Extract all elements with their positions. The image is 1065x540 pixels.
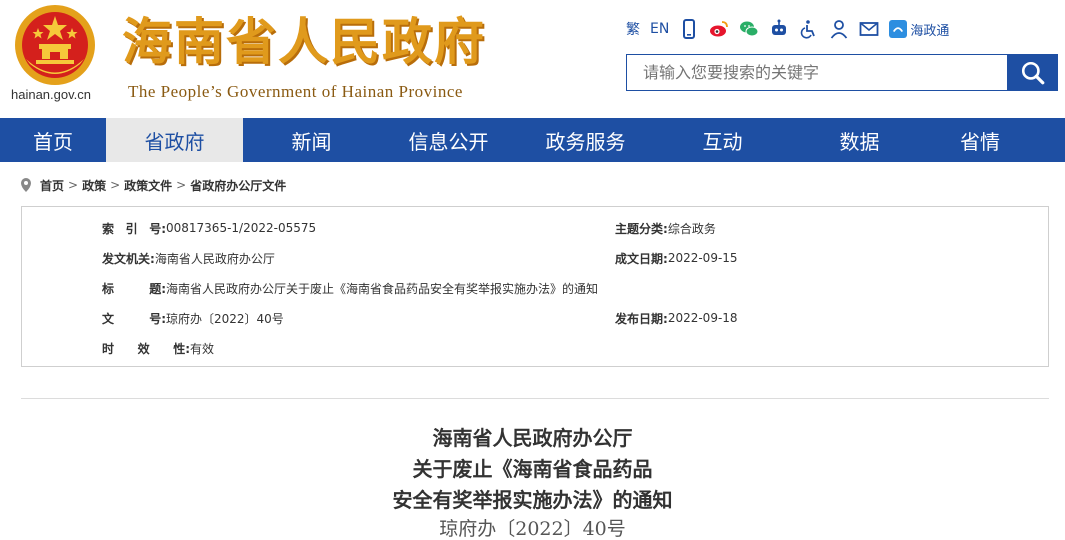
document-title-line-1: 海南省人民政府办公厅: [432, 426, 633, 450]
weibo-icon[interactable]: [709, 17, 729, 41]
meta-validity-value: 有效: [190, 341, 215, 356]
meta-category-row: 主题分类: 综合政务: [615, 220, 716, 236]
nav-item-gov-services[interactable]: 政务服务: [517, 118, 654, 162]
location-pin-icon: [21, 178, 31, 192]
breadcrumb-separator: >: [110, 178, 121, 192]
meta-title-value: 海南省人民政府办公厅关于废止《海南省食品药品安全有奖举报实施办法》的通知: [166, 281, 599, 296]
site-logo-subtitle: The People’s Government of Hainan Provin…: [128, 82, 463, 101]
wechat-icon[interactable]: [739, 17, 759, 41]
nav-item-interaction[interactable]: 互动: [654, 118, 791, 162]
search-button[interactable]: [1008, 54, 1058, 91]
breadcrumb-home[interactable]: 首页: [40, 177, 64, 194]
meta-created-value: 2022-09-15: [667, 251, 738, 265]
user-icon[interactable]: [829, 17, 849, 41]
nav-item-home[interactable]: 首页: [0, 118, 106, 162]
meta-docno-row: 文 号: 琼府办〔2022〕40号: [102, 310, 284, 326]
document-title-line-2: 关于废止《海南省食品药品: [412, 457, 653, 481]
meta-index-row: 索 引 号: 00817365-1/2022-05575: [102, 220, 316, 236]
national-emblem-icon[interactable]: [14, 4, 96, 86]
meta-published-value: 2022-09-18: [667, 311, 738, 325]
breadcrumb-policy[interactable]: 政策: [82, 177, 106, 194]
meta-issuer-row: 发文机关: 海南省人民政府办公厅: [102, 250, 275, 266]
meta-created-row: 成文日期: 2022-09-15: [615, 250, 738, 266]
meta-published-row: 发布日期: 2022-09-18: [615, 310, 738, 326]
meta-validity-row: 时 效 性: 有效: [102, 340, 214, 356]
nav-item-data[interactable]: 数据: [791, 118, 928, 162]
meta-issuer-value: 海南省人民政府办公厅: [154, 251, 275, 266]
traditional-chinese-link[interactable]: 繁: [626, 17, 640, 41]
breadcrumb-separator: >: [176, 178, 187, 192]
meta-index-value: 00817365-1/2022-05575: [166, 221, 317, 235]
site-domain: hainan.gov.cn: [11, 87, 91, 102]
meta-index-label: 索 引 号:: [102, 221, 166, 236]
content-divider: [21, 398, 1049, 399]
hzt-app-link[interactable]: 海政通: [889, 17, 949, 41]
document-title-line-3: 安全有奖举报实施办法》的通知: [392, 488, 673, 512]
meta-issuer-label: 发文机关:: [102, 251, 155, 266]
site-header: hainan.gov.cn 海南省人民政府 The People’s Gover…: [0, 0, 1065, 118]
robot-icon[interactable]: [769, 17, 789, 41]
accessibility-icon[interactable]: [799, 17, 819, 41]
document-metadata-box: 索 引 号: 00817365-1/2022-05575 主题分类: 综合政务 …: [21, 206, 1049, 367]
meta-validity-label: 时 效 性:: [102, 341, 190, 356]
breadcrumb-office-docs[interactable]: 省政府办公厅文件: [190, 177, 286, 194]
utility-toolbar: 繁 EN 海政通: [626, 17, 959, 41]
meta-title-label: 标 题:: [102, 281, 166, 296]
breadcrumb: 首页 > 政策 > 政策文件 > 省政府办公厅文件: [20, 175, 286, 195]
site-logo-title[interactable]: 海南省人民政府: [122, 10, 486, 74]
nav-item-province-profile[interactable]: 省情: [928, 118, 1032, 162]
meta-created-label: 成文日期:: [615, 251, 668, 266]
meta-category-label: 主题分类:: [615, 221, 668, 236]
main-nav: 首页 省政府 新闻 信息公开 政务服务 互动 数据 省情: [0, 118, 1065, 162]
meta-category-value: 综合政务: [667, 221, 716, 236]
meta-published-label: 发布日期:: [615, 311, 668, 326]
search-input[interactable]: [626, 54, 1008, 91]
meta-docno-label: 文 号:: [102, 311, 166, 326]
mobile-icon[interactable]: [679, 17, 699, 41]
document-number: 琼府办〔2022〕40号: [439, 518, 626, 540]
nav-item-provincial-government[interactable]: 省政府: [106, 118, 243, 162]
breadcrumb-separator: >: [68, 178, 79, 192]
mail-icon[interactable]: [859, 17, 879, 41]
meta-docno-value: 琼府办〔2022〕40号: [166, 311, 284, 326]
meta-title-row: 标 题: 海南省人民政府办公厅关于废止《海南省食品药品安全有奖举报实施办法》的通…: [102, 280, 598, 296]
nav-item-info-disclosure[interactable]: 信息公开: [380, 118, 517, 162]
nav-item-news[interactable]: 新闻: [243, 118, 380, 162]
hzt-app-icon: [889, 20, 908, 38]
english-link[interactable]: EN: [650, 17, 669, 41]
search-icon: [1021, 61, 1045, 84]
hzt-app-label: 海政通: [910, 23, 950, 39]
breadcrumb-policy-docs[interactable]: 政策文件: [124, 177, 172, 194]
